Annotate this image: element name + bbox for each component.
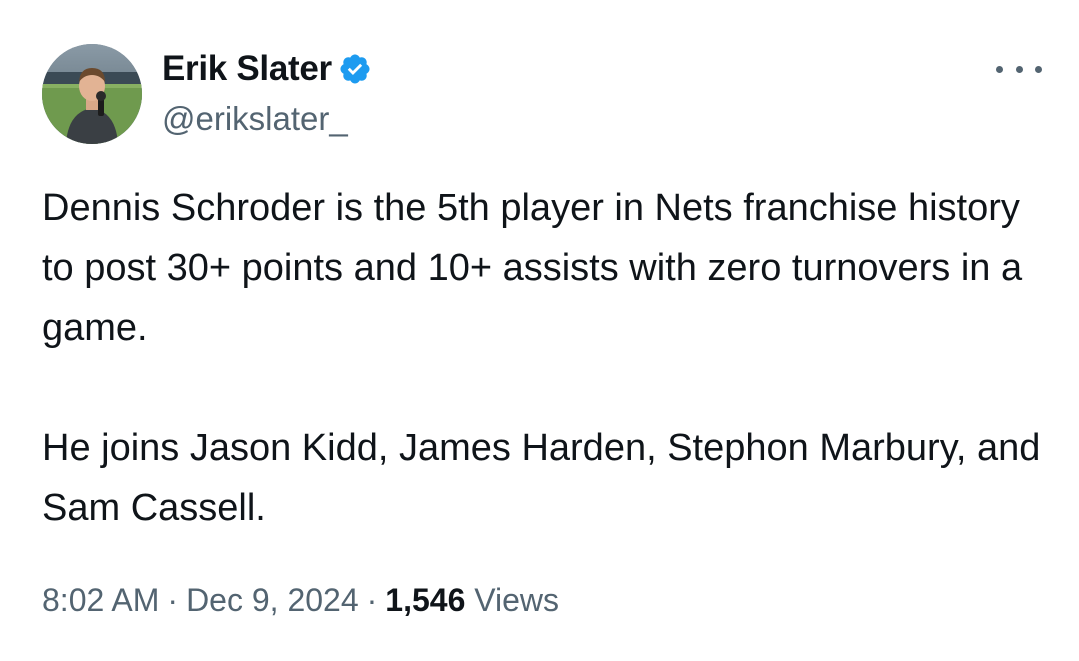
tweet-time[interactable]: 8:02 AM [42,582,159,618]
avatar-photo [42,44,142,144]
author-name-row: Erik Slater [162,48,372,90]
author-display-name[interactable]: Erik Slater [162,49,332,89]
author-avatar[interactable] [42,44,142,144]
tweet-date[interactable]: Dec 9, 2024 [186,582,359,618]
meta-separator: · [167,582,179,618]
more-horizontal-icon [1015,65,1023,73]
more-options-button[interactable] [996,54,1042,84]
views-label: Views [474,582,560,618]
more-horizontal-icon [1035,65,1042,73]
tweet-meta: 8:02 AM · Dec 9, 2024 · 1,546 Views [42,582,559,619]
tweet-card: Erik Slater @erikslater_ Dennis Schroder… [0,0,1079,661]
tweet-paragraph: Dennis Schroder is the 5th player in Net… [42,187,1023,349]
meta-separator: · [366,582,378,618]
verified-badge-icon[interactable] [338,52,372,86]
tweet-text: Dennis Schroder is the 5th player in Net… [42,178,1052,538]
views-count[interactable]: 1,546 [385,582,465,618]
tweet-paragraph: He joins Jason Kidd, James Harden, Steph… [42,427,1041,529]
author-handle[interactable]: @erikslater_ [162,100,348,138]
more-horizontal-icon [996,65,1003,73]
